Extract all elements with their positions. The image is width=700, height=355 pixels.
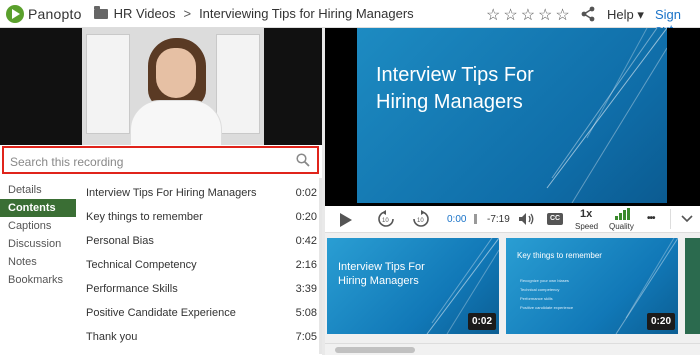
presenter-body bbox=[130, 100, 222, 145]
share-icon[interactable] bbox=[580, 6, 596, 22]
slide-title: Interview Tips For Hiring Managers bbox=[376, 62, 534, 116]
contents-time: 7:05 bbox=[295, 331, 317, 343]
thumb-bullet: Recognize your own biases bbox=[520, 278, 569, 283]
slide-title-line2: Hiring Managers bbox=[376, 91, 523, 113]
volume-icon[interactable] bbox=[518, 212, 536, 226]
panopto-logo[interactable]: Panopto bbox=[6, 4, 82, 23]
captions-button[interactable]: CC bbox=[547, 213, 563, 225]
elapsed-time: 0:00 bbox=[447, 214, 467, 225]
nav-captions[interactable]: Captions bbox=[0, 217, 76, 235]
player-controls: 10 10 0:00 -7:19 CC 1x Speed Quality ••• bbox=[325, 206, 700, 233]
panopto-logo-icon bbox=[6, 4, 24, 23]
thumbnail-slide-2[interactable]: Key things to remember Recognize your ow… bbox=[506, 238, 678, 334]
sidebar-nav: Details Contents Captions Discussion Not… bbox=[0, 181, 76, 289]
thumb-title: Interview Tips For Hiring Managers bbox=[338, 260, 425, 288]
skip-forward-label: 10 bbox=[417, 218, 424, 224]
thumb-title-line2: Hiring Managers bbox=[338, 275, 419, 287]
contents-time: 2:16 bbox=[295, 259, 317, 271]
contents-time: 0:20 bbox=[295, 211, 317, 223]
contents-time: 0:42 bbox=[295, 235, 317, 247]
thumbnail-strip: Interview Tips For Hiring Managers 0:02 … bbox=[325, 233, 700, 343]
contents-title: Technical Competency bbox=[86, 259, 197, 271]
contents-row[interactable]: Key things to remember 0:20 bbox=[78, 205, 322, 229]
scrollbar-thumb[interactable] bbox=[335, 347, 415, 353]
contents-title: Thank you bbox=[86, 331, 138, 343]
contents-row[interactable]: Performance Skills 3:39 bbox=[78, 277, 322, 301]
speed-value[interactable]: 1x bbox=[580, 208, 592, 220]
contents-row[interactable]: Personal Bias 0:42 bbox=[78, 229, 322, 253]
slide-video[interactable]: Interview Tips For Hiring Managers bbox=[325, 28, 700, 206]
nav-bookmarks[interactable]: Bookmarks bbox=[0, 271, 76, 289]
skip-back-icon[interactable]: 10 bbox=[377, 210, 395, 228]
contents-row[interactable]: Thank you 7:05 bbox=[78, 325, 322, 349]
binder-shelf bbox=[216, 34, 260, 134]
thumb-title-line1: Interview Tips For bbox=[338, 261, 425, 273]
slide-title-line1: Interview Tips For bbox=[376, 64, 534, 86]
contents-time: 0:02 bbox=[295, 187, 317, 199]
contents-title: Interview Tips For Hiring Managers bbox=[86, 187, 257, 199]
nav-contents[interactable]: Contents bbox=[0, 199, 76, 217]
skip-back-label: 10 bbox=[382, 218, 389, 224]
thumbnail-scrollbar[interactable] bbox=[325, 343, 700, 355]
page-title: Interviewing Tips for Hiring Managers bbox=[199, 6, 414, 21]
search-box[interactable]: Search this recording bbox=[2, 146, 319, 174]
contents-row[interactable]: Interview Tips For Hiring Managers 0:02 bbox=[78, 181, 322, 205]
slide-frame: Interview Tips For Hiring Managers bbox=[357, 28, 667, 203]
thumb-bullet: Positive candidate experience bbox=[520, 305, 574, 310]
search-icon[interactable] bbox=[296, 153, 310, 167]
thumb-bullet: Technical competency bbox=[520, 287, 560, 292]
contents-title: Positive Candidate Experience bbox=[86, 307, 236, 319]
quality-label: Quality bbox=[609, 222, 634, 231]
contents-list: Interview Tips For Hiring Managers 0:02 K… bbox=[78, 181, 322, 349]
breadcrumb-folder[interactable]: HR Videos bbox=[114, 6, 176, 21]
brand-name: Panopto bbox=[28, 5, 82, 22]
skip-forward-icon[interactable]: 10 bbox=[412, 210, 430, 228]
thumb-timestamp: 0:20 bbox=[646, 313, 675, 330]
contents-time: 3:39 bbox=[295, 283, 317, 295]
thumb-bullet: Performance skills bbox=[520, 296, 553, 301]
thumb-title: Key things to remember bbox=[517, 251, 602, 260]
folder-icon bbox=[93, 5, 108, 19]
chevron-down-icon[interactable] bbox=[681, 215, 693, 223]
camera-video[interactable] bbox=[0, 28, 322, 145]
contents-title: Performance Skills bbox=[86, 283, 178, 295]
contents-time: 5:08 bbox=[295, 307, 317, 319]
nav-discussion[interactable]: Discussion bbox=[0, 235, 76, 253]
binder-shelf bbox=[86, 34, 130, 134]
remaining-time: -7:19 bbox=[487, 214, 510, 225]
search-input[interactable]: Search this recording bbox=[10, 155, 123, 169]
contents-title: Key things to remember bbox=[86, 211, 203, 223]
thumb-timestamp: 0:02 bbox=[467, 313, 496, 330]
nav-notes[interactable]: Notes bbox=[0, 253, 76, 271]
controls-divider bbox=[670, 209, 671, 229]
quality-icon[interactable] bbox=[614, 208, 630, 220]
contents-title: Personal Bias bbox=[86, 235, 154, 247]
rating-stars[interactable]: ☆☆☆☆☆ bbox=[486, 5, 573, 25]
thumb-bullets: Recognize your own biases Technical comp… bbox=[520, 276, 573, 312]
speed-label: Speed bbox=[575, 222, 599, 231]
progress-handle[interactable] bbox=[474, 214, 477, 224]
contents-row[interactable]: Positive Candidate Experience 5:08 bbox=[78, 301, 322, 325]
help-menu[interactable]: Help ▾ bbox=[607, 7, 644, 23]
more-options-button[interactable]: ••• bbox=[647, 213, 655, 224]
nav-details[interactable]: Details bbox=[0, 181, 76, 199]
play-icon[interactable] bbox=[339, 212, 353, 228]
thumbnail-slide-3-partial[interactable] bbox=[685, 238, 700, 334]
thumbnail-slide-1[interactable]: Interview Tips For Hiring Managers 0:02 bbox=[327, 238, 499, 334]
breadcrumb-separator: > bbox=[183, 6, 192, 21]
contents-row[interactable]: Technical Competency 2:16 bbox=[78, 253, 322, 277]
presenter-face bbox=[156, 48, 196, 98]
